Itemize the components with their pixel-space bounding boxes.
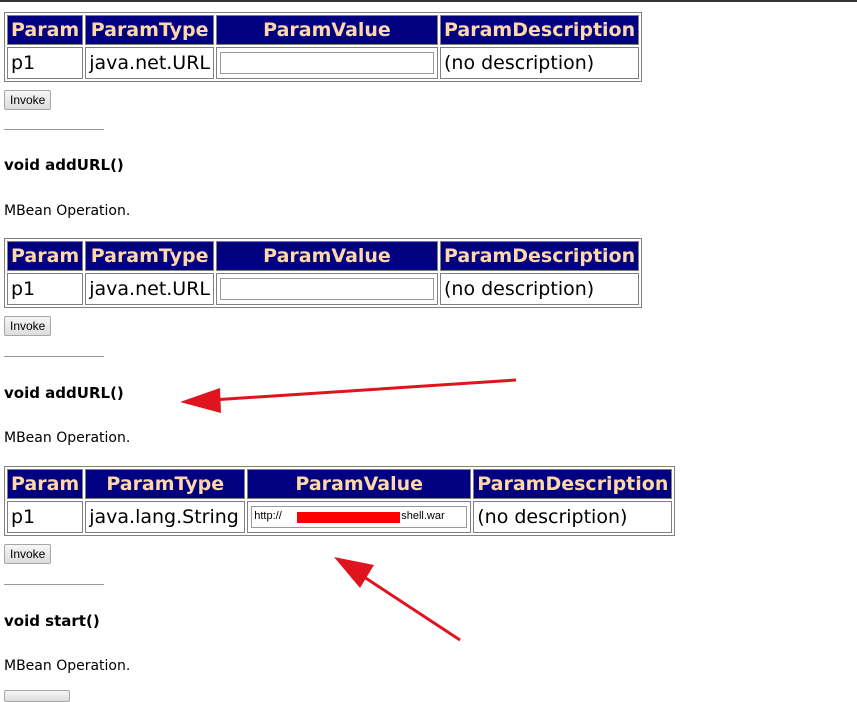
arrow-1-head [180,388,221,413]
arrow-2-line [357,571,461,642]
arrow-2-head [334,557,374,588]
arrow-1-line [211,378,517,402]
annotation-arrows [180,378,517,642]
